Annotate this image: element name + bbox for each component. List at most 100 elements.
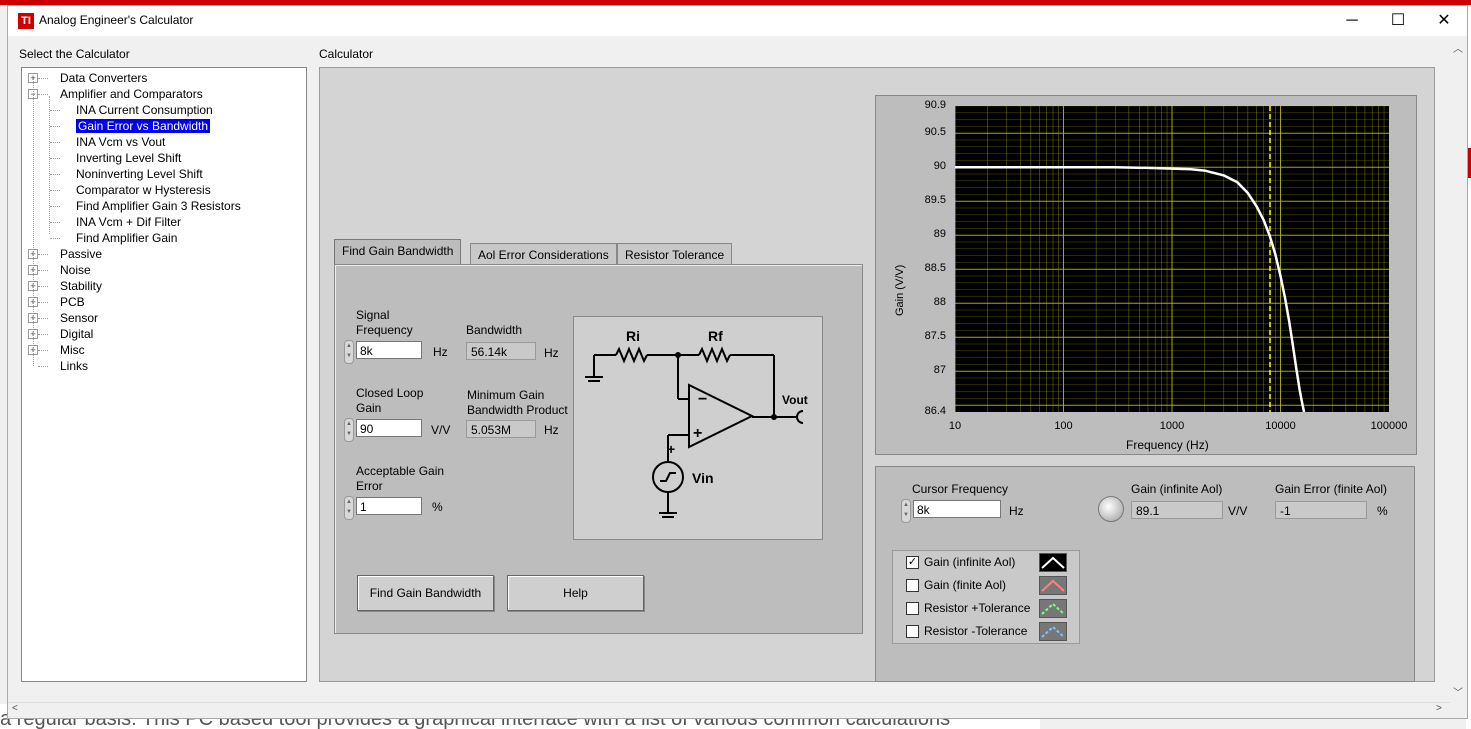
tree-item[interactable]: Noise	[60, 262, 91, 278]
led-indicator	[1098, 496, 1124, 522]
scroll-down-icon[interactable]: ﹀	[1453, 684, 1463, 699]
closed-loop-gain-input[interactable]: 90	[356, 419, 422, 437]
cursor-frequency-spinner[interactable]: ▲ ▼	[901, 499, 911, 523]
minimize-button[interactable]: ─	[1329, 6, 1375, 36]
y-tick-label: 88	[933, 296, 946, 309]
tree-item-label: Comparator w Hysteresis	[76, 183, 211, 197]
acceptable-gain-error-spinner[interactable]: ▲ ▼	[344, 496, 354, 520]
tree-item-label: INA Current Consumption	[76, 103, 213, 117]
signal-frequency-input[interactable]: 8k	[356, 341, 422, 359]
tree-connector	[38, 270, 48, 271]
x-tick-label: 1000	[1159, 420, 1185, 432]
maximize-button[interactable]: ☐	[1375, 6, 1421, 36]
plot-area[interactable]	[954, 105, 1389, 413]
ti-logo-icon: TI	[18, 13, 34, 29]
gain-error-value: -1	[1275, 501, 1367, 519]
close-button[interactable]: ✕	[1421, 6, 1467, 36]
legend-row: Resistor +Tolerance	[893, 597, 1079, 620]
tree-item[interactable]: Misc	[60, 342, 85, 358]
plus-symbol: +	[693, 425, 702, 442]
tree-item[interactable]: Inverting Level Shift	[76, 150, 181, 166]
window-title: Analog Engineer's Calculator	[39, 13, 194, 27]
tree-item[interactable]: PCB	[60, 294, 85, 310]
x-tick-label: 10	[948, 420, 962, 432]
select-calculator-label: Select the Calculator	[19, 47, 130, 61]
tree-connector	[38, 94, 48, 95]
legend-checkbox[interactable]	[906, 602, 919, 615]
legend-swatch[interactable]	[1039, 576, 1067, 595]
vertical-scrollbar[interactable]: ︿ ﹀	[1450, 36, 1466, 702]
y-tick-label: 89	[933, 228, 946, 241]
y-tick-label: 90.9	[924, 99, 946, 111]
tree-item-label: Stability	[60, 279, 103, 293]
tree-item[interactable]: Stability	[60, 278, 102, 294]
tree-item[interactable]: INA Vcm vs Vout	[76, 134, 165, 150]
cursor-frequency-label: Cursor Frequency	[912, 482, 1009, 496]
tab-aol-error-considerations[interactable]: Aol Error Considerations	[470, 243, 617, 266]
horizontal-scrollbar[interactable]: < >	[8, 702, 1450, 717]
tree-item-label: Inverting Level Shift	[76, 151, 182, 165]
gain-infinite-label: Gain (infinite Aol)	[1131, 482, 1223, 496]
x-tick-label: 100000	[1370, 420, 1408, 432]
tree-item[interactable]: Data Converters	[60, 70, 147, 86]
tree-item[interactable]: INA Vcm + Dif Filter	[76, 214, 181, 230]
y-tick-label: 90.5	[924, 126, 946, 139]
tree-item[interactable]: INA Current Consumption	[76, 102, 213, 118]
tree-item-label: Find Amplifier Gain	[76, 231, 178, 245]
tree-connector	[49, 96, 50, 234]
gain-infinite-value: 89.1	[1131, 501, 1223, 519]
legend-row: Resistor -Tolerance	[893, 620, 1079, 643]
tab-find-gain-bandwidth[interactable]: Find Gain Bandwidth	[334, 239, 462, 266]
tree-item[interactable]: Digital	[60, 326, 93, 342]
y-tick-label: 88.5	[924, 262, 946, 275]
x-tick-label: 100	[1054, 420, 1073, 432]
cursor-panel: Cursor Frequency ▲ ▼ 8k Hz Gain (infinite…	[875, 466, 1415, 682]
help-button[interactable]: Help	[507, 575, 644, 611]
min-gbw-value: 5.053M	[466, 420, 536, 438]
plot-legend: ✓ Gain (infinite Aol) Gain (finite Aol) Res…	[892, 550, 1080, 644]
closed-loop-gain-spinner[interactable]: ▲ ▼	[344, 418, 354, 442]
calculator-tree[interactable]: Data Converters + Amplifier and Comparator…	[21, 67, 307, 682]
acceptable-gain-error-input[interactable]: 1	[356, 497, 422, 515]
legend-checkbox[interactable]	[906, 579, 919, 592]
scroll-right-icon[interactable]: >	[1436, 703, 1442, 714]
tree-connector	[38, 286, 48, 287]
tree-item[interactable]: Amplifier and Comparators	[60, 86, 203, 102]
x-tick-label: 10000	[1265, 420, 1296, 432]
tree-item[interactable]: Comparator w Hysteresis	[76, 182, 211, 198]
legend-swatch[interactable]	[1039, 599, 1067, 618]
tree-item[interactable]: Find Amplifier Gain	[76, 230, 177, 246]
signal-frequency-spinner[interactable]: ▲ ▼	[344, 340, 354, 364]
tree-item-label: Misc	[60, 343, 85, 357]
find-gain-bandwidth-button[interactable]: Find Gain Bandwidth	[357, 575, 494, 611]
bandwidth-value: 56.14k	[466, 342, 536, 360]
legend-swatch[interactable]	[1039, 622, 1067, 641]
cursor-frequency-control[interactable]: ▲ ▼ 8k	[901, 499, 1011, 523]
legend-checkbox[interactable]	[906, 625, 919, 638]
source-plus-symbol: +	[667, 441, 675, 457]
y-tick-label: 90	[933, 160, 946, 173]
gain-error-unit: %	[1377, 504, 1388, 518]
signal-frequency-label: Signal Frequency	[356, 308, 413, 337]
title-bar[interactable]: TI Analog Engineer's Calculator ─ ☐ ✕	[8, 6, 1467, 36]
legend-row: Gain (finite Aol)	[893, 574, 1079, 597]
scroll-left-icon[interactable]: <	[12, 703, 18, 714]
tree-item[interactable]: Sensor	[60, 310, 98, 326]
tab-resistor-tolerance[interactable]: Resistor Tolerance	[617, 243, 733, 266]
cursor-frequency-input[interactable]: 8k	[913, 500, 1001, 518]
tree-connector	[38, 254, 48, 255]
legend-label: Resistor -Tolerance	[924, 624, 1028, 638]
scroll-up-icon[interactable]: ︿	[1453, 40, 1463, 55]
acceptable-gain-error-label: Acceptable Gain Error	[356, 464, 445, 493]
tree-item[interactable]: Noninverting Level Shift	[76, 166, 203, 182]
tree-item[interactable]: Find Amplifier Gain 3 Resistors	[76, 198, 241, 214]
tree-connector	[38, 366, 48, 367]
legend-checkbox[interactable]: ✓	[906, 556, 919, 569]
tree-item-label: Find Amplifier Gain 3 Resistors	[76, 199, 241, 213]
tree-item[interactable]: Links	[60, 358, 88, 374]
tree-item[interactable]: Passive	[60, 246, 102, 262]
tree-item[interactable]: Gain Error vs Bandwidth	[76, 118, 211, 134]
min-gbw-label: Minimum Gain Bandwidth Product	[467, 388, 568, 417]
legend-swatch[interactable]	[1039, 553, 1067, 572]
bandwidth-label: Bandwidth	[466, 323, 523, 337]
